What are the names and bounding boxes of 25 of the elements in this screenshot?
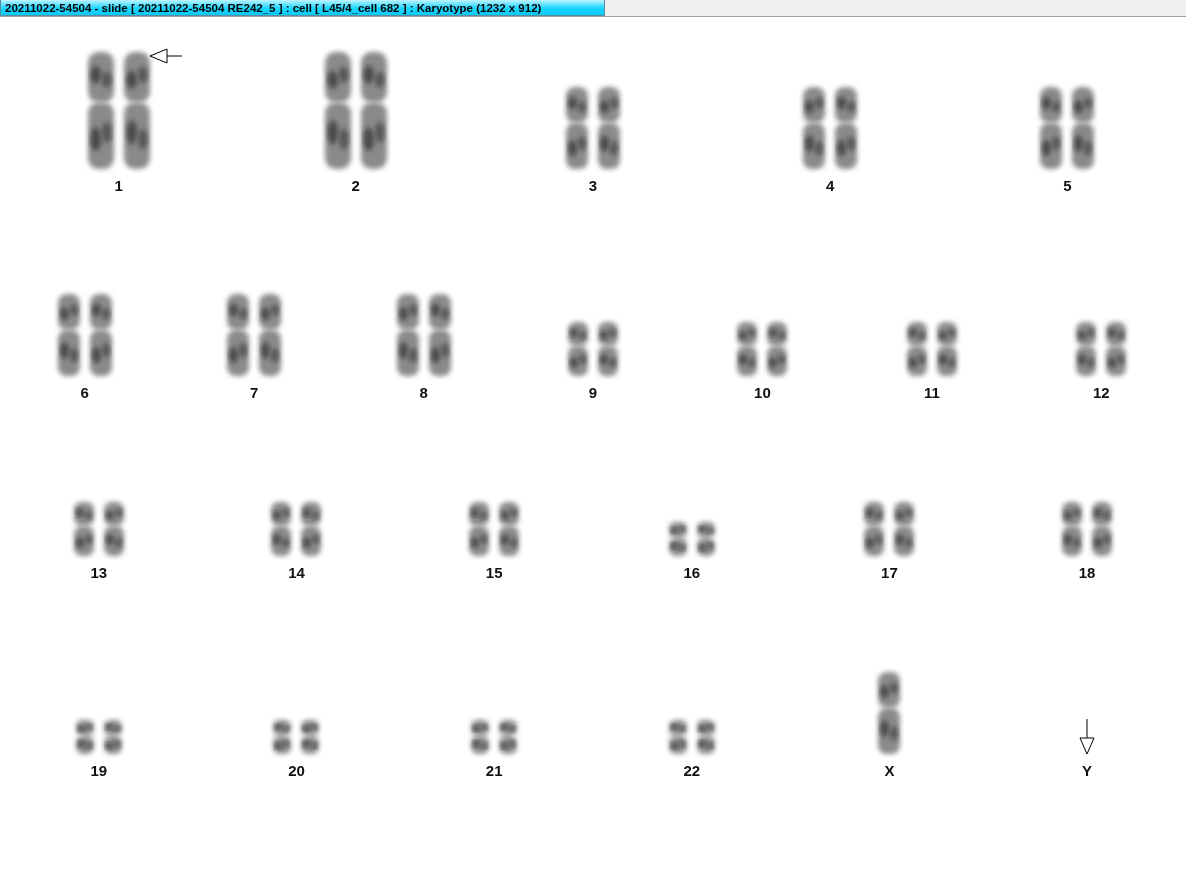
chromosome-label: 15 — [485, 564, 503, 582]
chromosome-label: 16 — [683, 564, 701, 582]
chromosome-label: 4 — [826, 177, 835, 195]
chromosome-label: Y — [1082, 762, 1093, 780]
chromosome-label: 7 — [249, 384, 259, 402]
chromosome-label: 12 — [1092, 384, 1110, 402]
chromosome-label: 19 — [90, 762, 108, 780]
chromosome-label: 8 — [419, 384, 428, 402]
chromosome-label: 13 — [90, 564, 108, 582]
chromosome-label: 20 — [288, 762, 305, 780]
chromosome-label: 21 — [485, 762, 503, 780]
chromosome-label: 18 — [1078, 564, 1096, 582]
chromosome-label: 3 — [588, 177, 598, 195]
chromosome-label: 6 — [80, 384, 89, 402]
chromosome-label: 2 — [351, 177, 360, 195]
chromosome-label: X — [884, 762, 895, 780]
window-title: 20211022-54504 - slide [ 20211022-54504 RE242_5 ] : cell [ L45/4_cell 682 ] : Karyotype (1232 x 912) — [0, 0, 605, 16]
chromosome-label: 22 — [683, 762, 701, 780]
chromosome-label: 5 — [1063, 177, 1072, 195]
chromosome-label: 9 — [588, 384, 598, 402]
chromosome-label: 14 — [288, 564, 305, 582]
chromosome-label: 10 — [754, 384, 771, 402]
chromosome-label: 17 — [881, 564, 898, 582]
chromosome-label: 11 — [923, 384, 940, 402]
chromosome-label: 1 — [114, 177, 123, 195]
